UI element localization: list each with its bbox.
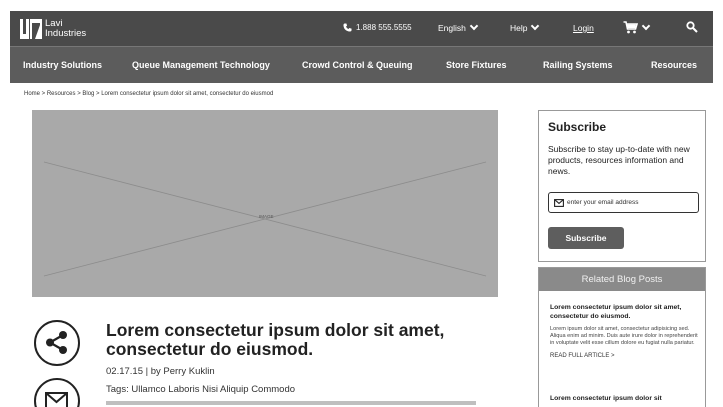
- related-posts-heading: Related Blog Posts: [539, 268, 705, 291]
- phone-link[interactable]: 1.888 555.5555: [343, 23, 412, 32]
- related-post-title[interactable]: Lorem consectetur ipsum dolor sit: [550, 395, 698, 404]
- hero-image-placeholder: IMAGE: [32, 110, 498, 297]
- related-post-item[interactable]: Lorem consectetur ipsum dolor sit: [550, 395, 698, 404]
- subscribe-description: Subscribe to stay up-to-date with new pr…: [548, 144, 690, 176]
- language-selector[interactable]: English: [438, 21, 479, 33]
- image-placeholder-label: IMAGE: [259, 214, 274, 219]
- read-more-link[interactable]: READ FULL ARTICLE >: [550, 353, 698, 359]
- nav-item-crowd-control[interactable]: Crowd Control & Queuing: [302, 60, 413, 70]
- chevron-down-icon: [531, 21, 540, 31]
- related-post-title[interactable]: Lorem consectetur ipsum dolor sit amet, …: [550, 304, 698, 321]
- post-tags: Tags: Ullamco Laboris Nisi Aliquip Commo…: [106, 384, 296, 395]
- logo-mark-icon: [20, 18, 42, 39]
- nav-item-industry-solutions[interactable]: Industry Solutions: [23, 60, 102, 70]
- subscribe-panel: Subscribe Subscribe to stay up-to-date w…: [538, 110, 706, 262]
- logo-text-line1: Lavi: [45, 17, 63, 29]
- chevron-down-icon: [469, 21, 479, 31]
- nav-item-queue-management[interactable]: Queue Management Technology: [132, 60, 270, 70]
- search-button[interactable]: [686, 21, 698, 33]
- envelope-icon: [554, 198, 564, 207]
- related-post-item[interactable]: Lorem consectetur ipsum dolor sit amet, …: [550, 304, 698, 359]
- nav-item-store-fixtures[interactable]: Store Fixtures: [446, 60, 507, 70]
- cart-icon: [623, 21, 638, 34]
- subscribe-button[interactable]: Subscribe: [548, 227, 624, 249]
- top-header: Lavi Industries 1.888 555.5555 English H…: [10, 11, 713, 46]
- phone-icon: [343, 23, 352, 32]
- login-link[interactable]: Login: [573, 23, 594, 33]
- help-menu[interactable]: Help: [510, 21, 540, 33]
- cart-button[interactable]: [623, 21, 651, 34]
- logo-text-line2: Industries: [45, 27, 87, 39]
- post-body-text-placeholder: [106, 401, 476, 405]
- chevron-down-icon: [641, 21, 651, 30]
- nav-item-railing-systems[interactable]: Railing Systems: [543, 60, 613, 70]
- main-navigation: Industry Solutions Queue Management Tech…: [10, 46, 713, 83]
- language-label: English: [438, 23, 466, 33]
- nav-item-resources[interactable]: Resources: [651, 60, 697, 70]
- phone-number: 1.888 555.5555: [356, 23, 412, 32]
- email-placeholder: enter your email address: [567, 199, 639, 206]
- breadcrumb[interactable]: Home > Resources > Blog > Lorem consecte…: [24, 91, 273, 97]
- logo[interactable]: Lavi Industries: [20, 17, 86, 40]
- mail-icon: [45, 392, 68, 407]
- placeholder-cross-lines: [43, 161, 487, 277]
- subscribe-title: Subscribe: [548, 120, 607, 134]
- related-post-excerpt: Lorem ipsum dolor sit amet, consectetur …: [550, 326, 698, 346]
- related-posts-panel: Related Blog Posts Lorem consectetur ips…: [538, 267, 706, 407]
- share-button[interactable]: [34, 320, 80, 366]
- post-title: Lorem consectetur ipsum dolor sit amet, …: [106, 320, 445, 359]
- email-share-button[interactable]: [34, 378, 80, 407]
- share-icon: [46, 331, 67, 354]
- email-field[interactable]: enter your email address: [548, 192, 699, 213]
- help-label: Help: [510, 23, 528, 33]
- post-meta: 02.17.15 | by Perry Kuklin: [106, 366, 215, 377]
- search-icon: [686, 21, 698, 33]
